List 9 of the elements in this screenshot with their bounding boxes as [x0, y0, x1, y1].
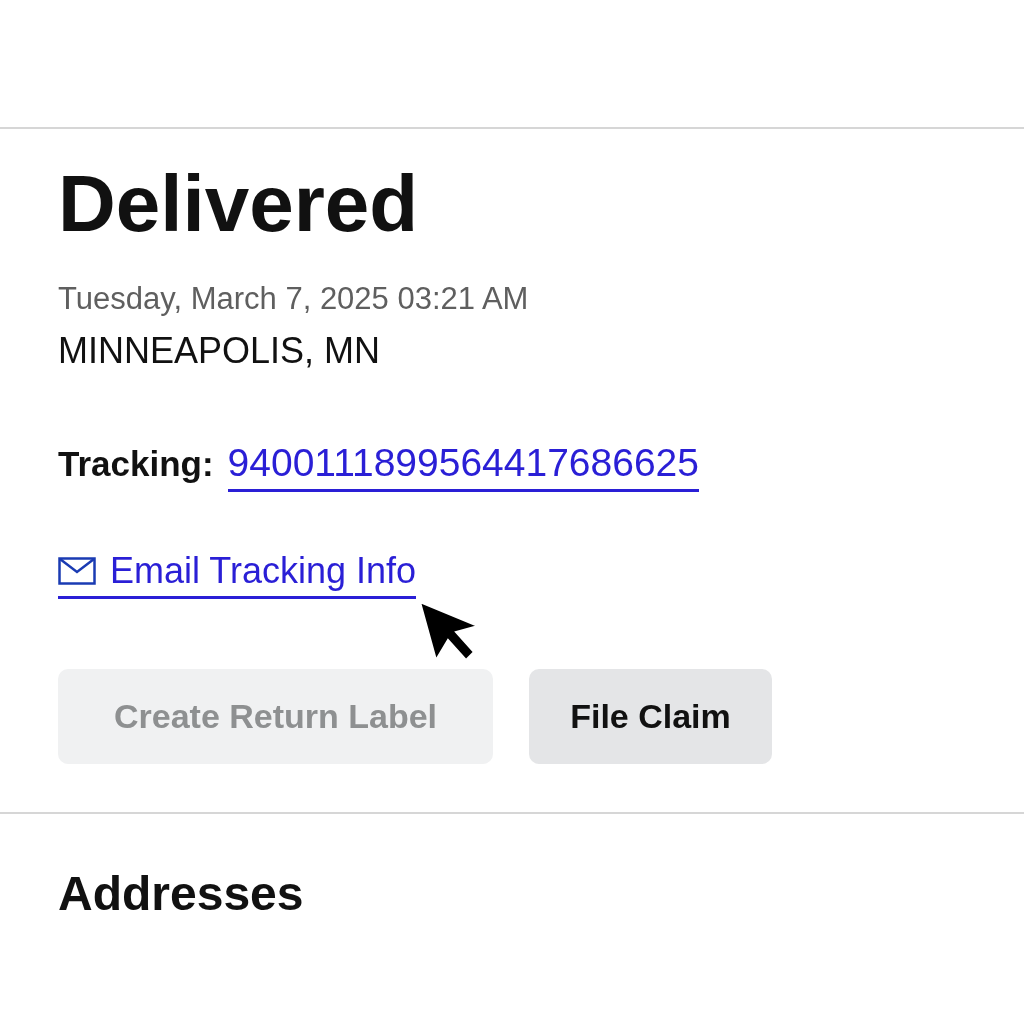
- delivery-datetime: Tuesday, March 7, 2025 03:21 AM: [58, 280, 530, 318]
- delivery-location: MINNEAPOLIS, MN: [58, 329, 382, 373]
- envelope-icon: [58, 557, 96, 585]
- email-tracking-link[interactable]: Email Tracking Info: [58, 550, 417, 599]
- addresses-heading: Addresses: [57, 866, 305, 921]
- tracking-label: Tracking:: [58, 444, 214, 484]
- status-title: Delivered: [58, 158, 420, 250]
- tracking-number-link[interactable]: 9400111899564417686625: [227, 441, 699, 492]
- file-claim-button[interactable]: File Claim: [529, 669, 772, 764]
